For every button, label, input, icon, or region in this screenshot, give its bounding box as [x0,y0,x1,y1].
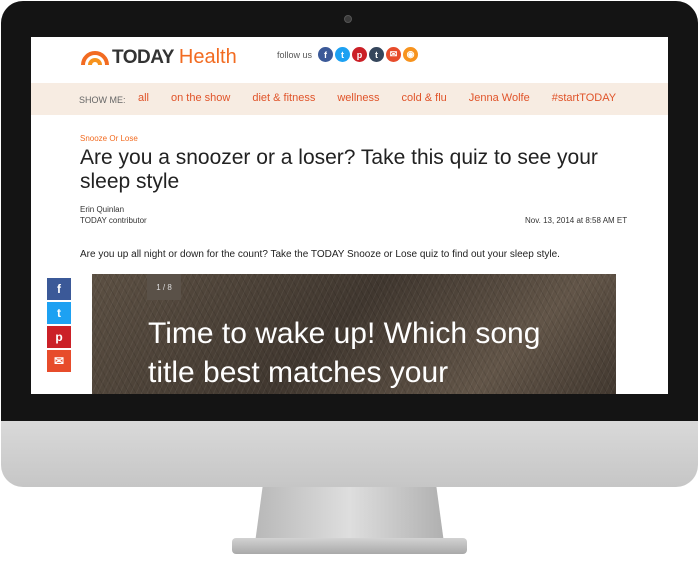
show-me-label: SHOW ME: [79,95,126,105]
browser-screen: TODAY Health follow us f t p t ✉ ◉ SHOW ME: a… [31,37,668,394]
nav-link-on-the-show[interactable]: on the show [171,92,230,104]
monitor-chin [1,421,698,487]
article-headline: Are you a snoozer or a loser? Take this … [80,146,598,193]
social-follow-icons: f t p t ✉ ◉ [318,47,420,62]
author-name[interactable]: Erin Quinlan [80,205,124,214]
monitor-stand [255,487,444,543]
rss-icon[interactable]: ◉ [403,47,418,62]
email-icon[interactable]: ✉ [386,47,401,62]
follow-us-label: follow us [277,50,313,60]
monitor-base [232,538,467,554]
today-health-logo[interactable]: TODAY Health [81,46,237,69]
logo-health-text: Health [178,46,237,68]
author-role: TODAY contributor [80,216,147,225]
nav-link-all[interactable]: all [138,92,149,104]
share-email-icon[interactable]: ✉ [47,350,71,372]
sunrise-logo-icon [81,50,109,65]
article-kicker[interactable]: Snooze Or Lose [80,134,138,143]
site-header: TODAY Health follow us f t p t ✉ ◉ [31,37,668,83]
camera-icon [344,15,352,23]
nav-link-cold-flu[interactable]: cold & flu [402,92,447,104]
share-twitter-icon[interactable]: t [47,302,71,324]
nav-link-wellness[interactable]: wellness [337,92,379,104]
share-facebook-icon[interactable]: f [47,278,71,300]
nav-link-jenna-wolfe[interactable]: Jenna Wolfe [469,92,530,104]
tumblr-icon[interactable]: t [369,47,384,62]
pinterest-icon[interactable]: p [352,47,367,62]
quiz-question: Time to wake up! Which song title best m… [148,317,541,389]
nav-link-diet-fitness[interactable]: diet & fitness [252,92,315,104]
facebook-icon[interactable]: f [318,47,333,62]
publish-date: Nov. 13, 2014 at 8:58 AM ET [525,216,628,225]
article-lede: Are you up all night or down for the cou… [80,249,560,260]
section-nav: SHOW ME: all on the show diet & fitness wel… [31,83,668,115]
quiz-slide-counter: 1 / 8 [147,274,181,300]
share-pinterest-icon[interactable]: p [47,326,71,348]
share-bar: f t p ✉ [47,278,71,374]
nav-links: all on the show diet & fitness wellness cold… [138,92,638,104]
quiz-slide: 1 / 8 Time to wake up! Which song title … [92,274,616,394]
logo-today-text: TODAY [112,46,174,68]
twitter-icon[interactable]: t [335,47,350,62]
nav-link-starttoday[interactable]: #startTODAY [552,92,616,104]
